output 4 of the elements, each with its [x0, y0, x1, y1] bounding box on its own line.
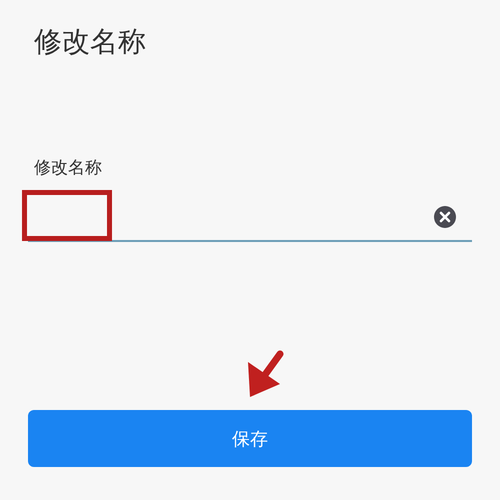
page-title: 修改名称 — [34, 24, 147, 60]
save-button[interactable]: 保存 — [28, 410, 472, 467]
field-label: 修改名称 — [34, 157, 103, 180]
clear-icon[interactable] — [433, 205, 457, 229]
